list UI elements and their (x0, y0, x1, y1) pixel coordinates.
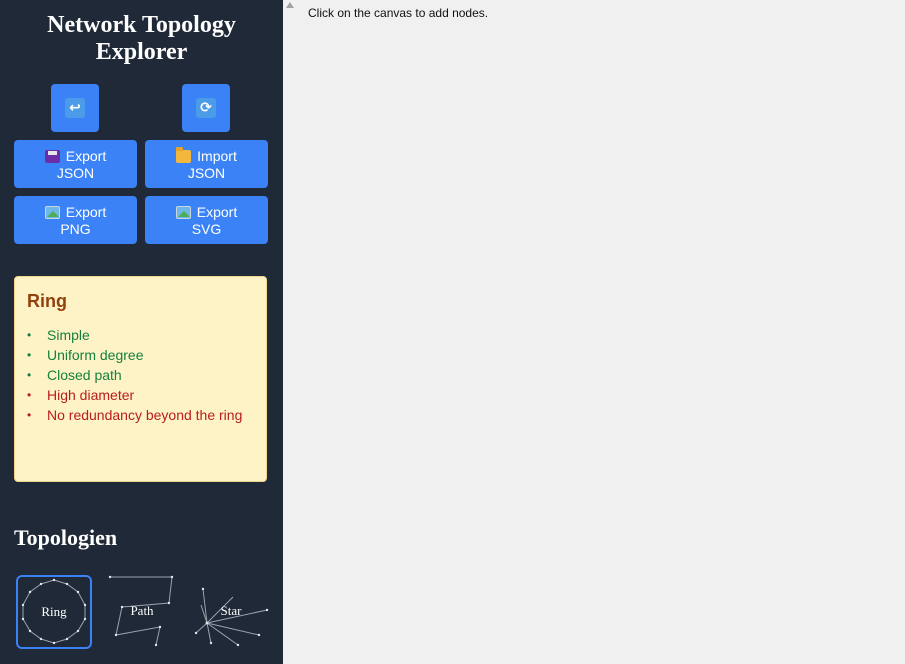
export-json-button[interactable]: Export JSON (14, 140, 137, 188)
pro-item: Simple (27, 325, 254, 345)
image-icon (175, 206, 191, 219)
app-title: Network Topology Explorer (47, 12, 236, 65)
export-png-button[interactable]: Export PNG (14, 196, 137, 244)
topology-info-card: Ring Simple Uniform degree Closed path H… (14, 276, 267, 482)
network-canvas[interactable]: Click on the canvas to add nodes. (298, 0, 905, 664)
image-icon (44, 206, 60, 219)
pro-item: Uniform degree (27, 345, 254, 365)
topology-path[interactable]: Path (104, 575, 180, 649)
refresh-button[interactable]: ⟳ (182, 84, 230, 132)
scroll-up-arrow-icon[interactable] (286, 2, 294, 8)
topology-label: Star (220, 603, 242, 618)
topology-label: Path (130, 603, 154, 618)
con-item: High diameter (27, 385, 254, 405)
refresh-icon: ⟳ (196, 98, 216, 118)
con-item: No redundancy beyond the ring (27, 405, 254, 425)
sidebar: Network Topology Explorer ↩ ⟳ Export JSO… (0, 0, 283, 664)
pro-item: Closed path (27, 365, 254, 385)
undo-button[interactable]: ↩ (51, 84, 99, 132)
topology-label: Ring (41, 604, 67, 619)
export-svg-button[interactable]: Export SVG (145, 196, 268, 244)
floppy-disk-icon (44, 150, 60, 163)
topologies-heading: Topologien (14, 525, 118, 550)
topology-star[interactable]: Star (193, 575, 269, 649)
info-title: Ring (27, 291, 67, 311)
import-json-button[interactable]: Import JSON (145, 140, 268, 188)
topology-ring[interactable]: Ring (16, 575, 92, 649)
canvas-hint: Click on the canvas to add nodes. (308, 6, 489, 20)
info-list: Simple Uniform degree Closed path High d… (27, 325, 254, 425)
sidebar-scrollbar[interactable] (283, 0, 298, 664)
folder-icon (176, 147, 192, 163)
undo-arrow-icon: ↩ (65, 98, 85, 118)
